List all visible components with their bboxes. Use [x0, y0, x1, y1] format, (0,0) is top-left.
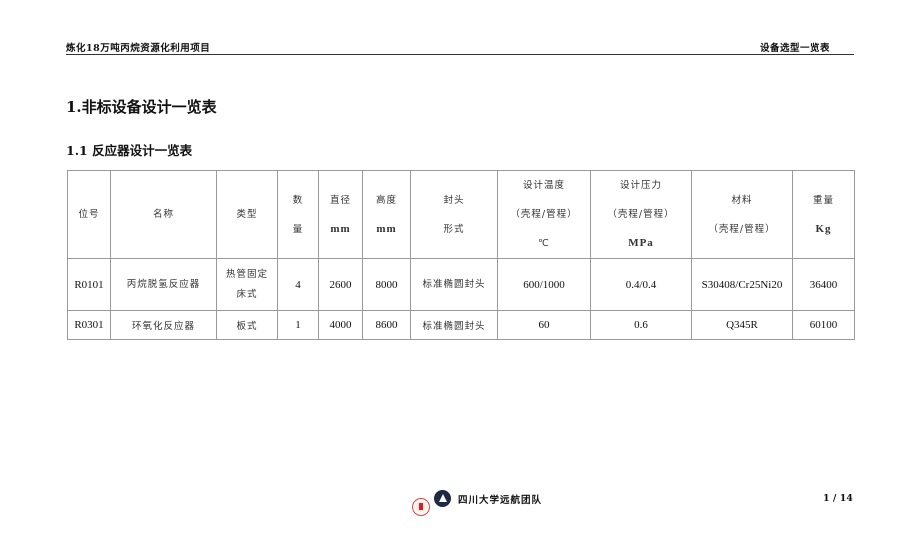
- cell-name: 丙烷脱氢反应器: [110, 258, 217, 311]
- subsection-heading: 1.1 反应器设计一览表: [66, 143, 193, 158]
- cell-height: 8600: [362, 310, 411, 340]
- col-header-design-pressure: 设计压力 （壳程/管程） MPa: [590, 170, 692, 259]
- col-header-design-temp: 设计温度 （壳程/管程） ℃: [497, 170, 591, 259]
- cell-weight: 36400: [792, 258, 855, 311]
- header-document-title: 设备选型一览表: [760, 43, 831, 54]
- cell-weight: 60100: [792, 310, 855, 340]
- cell-type: 板式: [216, 310, 278, 340]
- cell-design-temp: 600/1000: [497, 258, 591, 311]
- cell-design-pressure: 0.6: [590, 310, 692, 340]
- table-row: R0101 丙烷脱氢反应器 热管固定 床式 4 2600 8000 标准椭圆封头 …: [67, 258, 855, 311]
- col-header-qty: 数量: [277, 170, 319, 259]
- cell-height: 8000: [362, 258, 411, 311]
- col-header-type: 类型: [216, 170, 278, 259]
- header-project-title: 炼化18万吨丙烷资源化利用项目: [66, 43, 211, 54]
- cell-diameter: 4000: [318, 310, 363, 340]
- page-number: 1 / 14: [823, 493, 853, 504]
- col-header-height: 高度 mm: [362, 170, 411, 259]
- col-header-head-type: 封头 形式: [410, 170, 498, 259]
- table-header-row: 位号 名称 类型 数量 直径 mm 高度 mm 封头 形式 设计温度 （壳程/管程） ℃ …: [67, 170, 855, 259]
- cell-tag: R0101: [67, 258, 111, 311]
- col-header-name: 名称: [110, 170, 217, 259]
- university-seal-icon: [412, 498, 430, 516]
- table-row: R0301 环氧化反应器 板式 1 4000 8600 标准椭圆封头 60 0.…: [67, 310, 855, 340]
- cell-diameter: 2600: [318, 258, 363, 311]
- col-header-tag: 位号: [67, 170, 111, 259]
- footer-team-name: 四川大学远航团队: [458, 495, 543, 506]
- reactor-design-table: 位号 名称 类型 数量 直径 mm 高度 mm 封头 形式 设计温度 （壳程/管程） ℃ …: [67, 170, 855, 340]
- cell-head-type: 标准椭圆封头: [410, 258, 498, 311]
- cell-design-temp: 60: [497, 310, 591, 340]
- section-heading: 1.非标设备设计一览表: [66, 98, 217, 116]
- header-rule: [66, 54, 854, 55]
- col-header-weight: 重量 Kg: [792, 170, 855, 259]
- cell-tag: R0301: [67, 310, 111, 340]
- cell-head-type: 标准椭圆封头: [410, 310, 498, 340]
- cell-qty: 1: [277, 310, 319, 340]
- team-sail-logo-icon: [434, 490, 451, 507]
- col-header-diameter: 直径 mm: [318, 170, 363, 259]
- cell-qty: 4: [277, 258, 319, 311]
- cell-material: Q345R: [691, 310, 793, 340]
- cell-name: 环氧化反应器: [110, 310, 217, 340]
- cell-design-pressure: 0.4/0.4: [590, 258, 692, 311]
- col-header-material: 材料 （壳程/管程）: [691, 170, 793, 259]
- footer: 四川大学远航团队: [412, 490, 572, 520]
- cell-material: S30408/Cr25Ni20: [691, 258, 793, 311]
- cell-type: 热管固定 床式: [216, 258, 278, 311]
